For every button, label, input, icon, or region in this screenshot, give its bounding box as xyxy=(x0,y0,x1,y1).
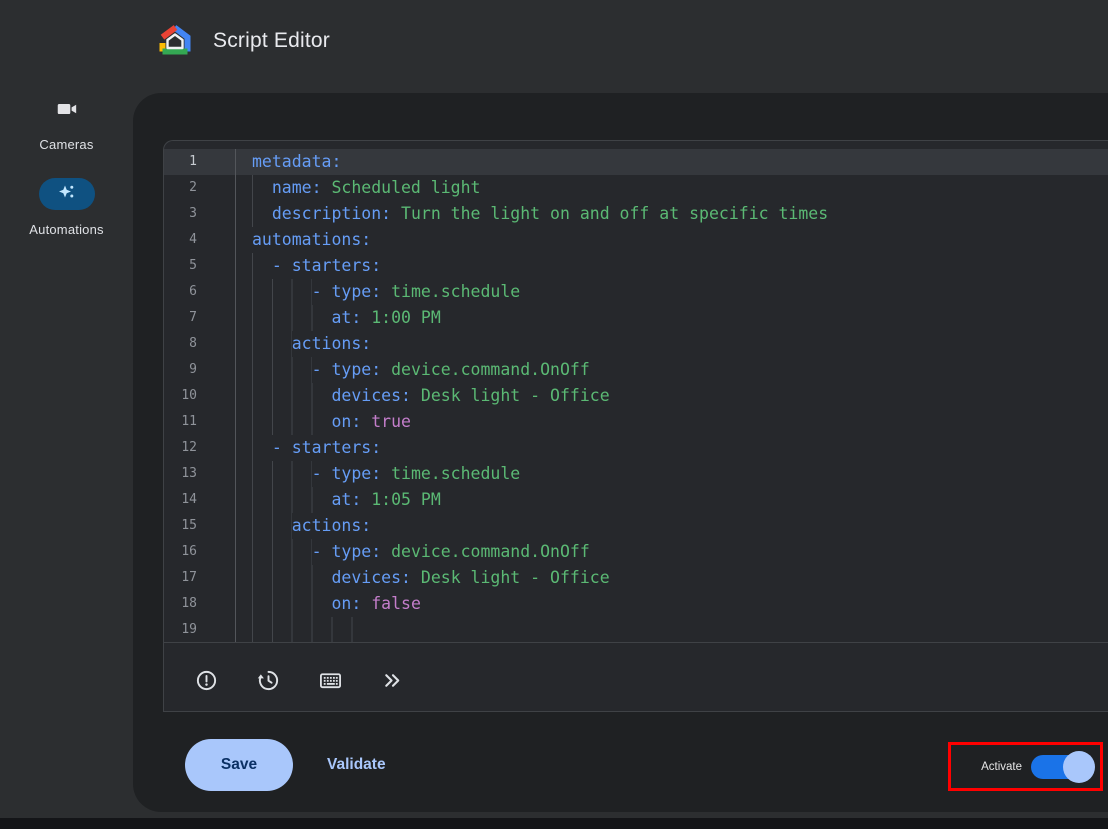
keyboard-icon xyxy=(319,669,342,695)
code-text: description: Turn the light on and off a… xyxy=(236,201,1108,227)
line-number: 16 xyxy=(164,539,236,565)
code-line[interactable]: 10devices: Desk light - Office xyxy=(164,383,1108,409)
code-line[interactable]: 9- type: device.command.OnOff xyxy=(164,357,1108,383)
line-number: 10 xyxy=(164,383,236,409)
errors-button[interactable] xyxy=(186,662,226,702)
sidebar: Cameras Automations xyxy=(0,93,133,237)
history-button[interactable] xyxy=(248,662,288,702)
sidebar-item-automations[interactable] xyxy=(39,178,95,210)
line-number: 6 xyxy=(164,279,236,305)
code-line[interactable]: 3description: Turn the light on and off … xyxy=(164,201,1108,227)
line-number: 15 xyxy=(164,513,236,539)
page-title: Script Editor xyxy=(213,29,330,53)
code-text: devices: Desk light - Office xyxy=(236,565,1108,591)
code-editor: 1metadata:2name: Scheduled light3descrip… xyxy=(163,140,1108,712)
script-editor-card: 1metadata:2name: Scheduled light3descrip… xyxy=(133,93,1108,812)
code-text: at: 1:05 PM xyxy=(236,487,1108,513)
code-line[interactable]: 18on: false xyxy=(164,591,1108,617)
line-number: 7 xyxy=(164,305,236,331)
code-line[interactable]: 4automations: xyxy=(164,227,1108,253)
code-line[interactable]: 2name: Scheduled light xyxy=(164,175,1108,201)
code-text: - type: device.command.OnOff xyxy=(236,539,1108,565)
code-text xyxy=(236,617,1108,643)
code-line[interactable]: 5- starters: xyxy=(164,253,1108,279)
toggle-thumb xyxy=(1063,751,1095,783)
line-number: 4 xyxy=(164,227,236,253)
line-number: 8 xyxy=(164,331,236,357)
code-text: - starters: xyxy=(236,435,1108,461)
code-line[interactable]: 19 xyxy=(164,617,1108,643)
code-text: - starters: xyxy=(236,253,1108,279)
sidebar-item-cameras[interactable] xyxy=(47,97,87,125)
sparkle-icon xyxy=(57,182,77,207)
highlight-box: Activate xyxy=(948,742,1103,791)
line-number: 5 xyxy=(164,253,236,279)
code-line[interactable]: 15actions: xyxy=(164,513,1108,539)
code-text: name: Scheduled light xyxy=(236,175,1108,201)
code-text: on: true xyxy=(236,409,1108,435)
code-line[interactable]: 11on: true xyxy=(164,409,1108,435)
save-button[interactable]: Save xyxy=(185,739,293,791)
code-line[interactable]: 7at: 1:00 PM xyxy=(164,305,1108,331)
double-chevron-icon xyxy=(381,669,404,695)
code-text: metadata: xyxy=(236,149,1108,175)
line-number: 12 xyxy=(164,435,236,461)
code-line[interactable]: 1metadata: xyxy=(164,149,1108,175)
line-number: 14 xyxy=(164,487,236,513)
code-text: - type: time.schedule xyxy=(236,461,1108,487)
line-number: 9 xyxy=(164,357,236,383)
code-text: actions: xyxy=(236,331,1108,357)
bottom-strip xyxy=(0,818,1108,829)
line-number: 3 xyxy=(164,201,236,227)
code-line[interactable]: 12- starters: xyxy=(164,435,1108,461)
code-line[interactable]: 6- type: time.schedule xyxy=(164,279,1108,305)
code-text: actions: xyxy=(236,513,1108,539)
google-home-logo-icon xyxy=(157,23,193,59)
sidebar-item-cameras-label[interactable]: Cameras xyxy=(0,137,133,152)
code-text: on: false xyxy=(236,591,1108,617)
line-number: 17 xyxy=(164,565,236,591)
line-number: 1 xyxy=(164,149,236,175)
editor-toolbar xyxy=(164,643,1108,720)
code-text: automations: xyxy=(236,227,1108,253)
code-line[interactable]: 13- type: time.schedule xyxy=(164,461,1108,487)
code-line[interactable]: 16- type: device.command.OnOff xyxy=(164,539,1108,565)
line-number: 11 xyxy=(164,409,236,435)
line-number: 19 xyxy=(164,617,236,643)
error-icon xyxy=(195,669,218,695)
history-icon xyxy=(257,669,280,695)
code-line[interactable]: 8actions: xyxy=(164,331,1108,357)
code-text: - type: time.schedule xyxy=(236,279,1108,305)
code-text: devices: Desk light - Office xyxy=(236,383,1108,409)
code-lines[interactable]: 1metadata:2name: Scheduled light3descrip… xyxy=(164,141,1108,643)
expand-toolbar-button[interactable] xyxy=(372,662,412,702)
keyboard-button[interactable] xyxy=(310,662,350,702)
videocam-icon xyxy=(56,98,78,125)
activate-label: Activate xyxy=(981,761,1022,773)
activate-toggle[interactable] xyxy=(1031,754,1091,780)
code-text: - type: device.command.OnOff xyxy=(236,357,1108,383)
code-line[interactable]: 17devices: Desk light - Office xyxy=(164,565,1108,591)
code-text: at: 1:00 PM xyxy=(236,305,1108,331)
line-number: 2 xyxy=(164,175,236,201)
sidebar-item-automations-label[interactable]: Automations xyxy=(0,222,133,237)
validate-button[interactable]: Validate xyxy=(319,739,394,791)
line-number: 13 xyxy=(164,461,236,487)
line-number: 18 xyxy=(164,591,236,617)
code-line[interactable]: 14at: 1:05 PM xyxy=(164,487,1108,513)
